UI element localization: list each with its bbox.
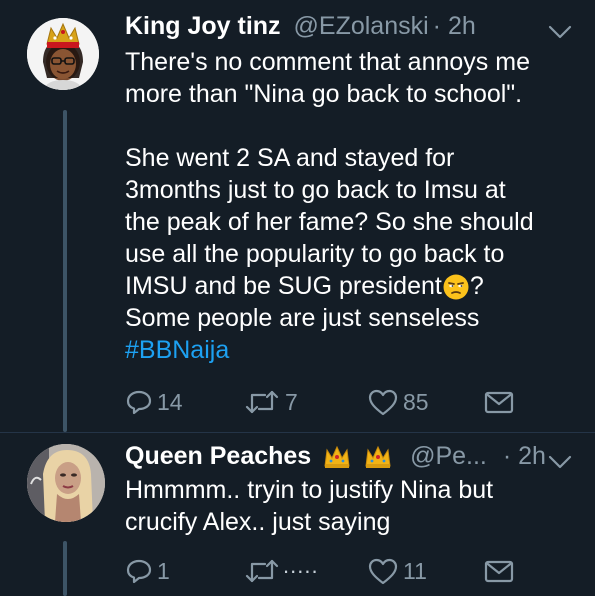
text-line: Hmmmm.. tryin to justify Nina but: [125, 476, 494, 504]
thread-connector-line: [63, 110, 67, 432]
tweet-actions: 1 ..... 11: [125, 553, 595, 587]
like-button[interactable]: 85: [367, 386, 429, 418]
loading-indicator: .....: [283, 553, 319, 578]
tweet-header: King Joy tinz @EZolanski · 2h: [125, 11, 476, 41]
like-button[interactable]: 11: [367, 555, 427, 587]
crown-emoji-icon: [324, 446, 350, 469]
direct-message-button[interactable]: [483, 386, 515, 418]
retweet-button[interactable]: 7: [243, 386, 298, 418]
chevron-down-icon[interactable]: [547, 453, 573, 471]
like-count: 85: [403, 388, 429, 415]
text-line: more than "Nina go back to school".: [125, 80, 523, 108]
reply-icon: [126, 559, 152, 584]
chevron-down-icon[interactable]: [547, 23, 573, 41]
text-line: IMSU and be SUG president ?: [125, 270, 534, 302]
reply-button[interactable]: 1: [125, 555, 170, 587]
heart-icon: [368, 389, 398, 416]
retweet-icon: [245, 559, 279, 583]
thread-connector-line: [63, 541, 67, 596]
retweet-button[interactable]: .....: [243, 553, 319, 587]
text-line-part: ?: [469, 272, 484, 300]
text-line: crucify Alex.. just saying: [125, 508, 391, 536]
timestamp[interactable]: · 2h: [433, 12, 476, 40]
text-line: the peak of her fame? So she should: [125, 208, 534, 236]
envelope-icon: [484, 560, 514, 583]
crown-emoji-icon: [365, 446, 391, 469]
reply-count: 14: [157, 388, 183, 415]
display-name[interactable]: Queen Peaches: [125, 442, 311, 470]
bitmoji-avatar-image: [27, 18, 99, 90]
tweet-text: There's no comment that annoys me more t…: [125, 46, 534, 366]
text-line-part: IMSU and be SUG president: [125, 272, 442, 300]
heart-icon: [368, 558, 398, 585]
reply-button[interactable]: 14: [125, 386, 183, 418]
like-count: 11: [403, 557, 427, 584]
text-line: 3months just to go back to Imsu at: [125, 176, 506, 204]
hashtag-link[interactable]: #BBNaija: [125, 336, 229, 364]
user-handle[interactable]: @EZolanski: [294, 12, 429, 40]
retweet-icon: [245, 390, 279, 414]
reply-count: 1: [157, 557, 170, 584]
text-line: Some people are just senseless: [125, 304, 480, 332]
text-line: There's no comment that annoys me: [125, 48, 530, 76]
tweet-2[interactable]: Queen Peaches @Pe... · 2h Hmmmm.. tryin t…: [0, 433, 595, 596]
reply-icon: [126, 390, 152, 415]
tweet-header: Queen Peaches @Pe... · 2h: [125, 441, 546, 471]
direct-message-button[interactable]: [483, 555, 515, 587]
timestamp[interactable]: · 2h: [503, 442, 546, 470]
avatar-king-joy[interactable]: [27, 18, 99, 90]
envelope-icon: [484, 391, 514, 414]
retweet-count: 7: [285, 388, 298, 415]
user-handle[interactable]: @Pe...: [410, 442, 487, 470]
profile-photo-image: [27, 444, 105, 522]
text-line: She went 2 SA and stayed for: [125, 144, 455, 172]
display-name[interactable]: King Joy tinz: [125, 12, 281, 40]
tweet-1[interactable]: King Joy tinz @EZolanski · 2h There's no …: [0, 0, 595, 432]
text-line: use all the popularity to go back to: [125, 240, 505, 268]
unamused-face-emoji-icon: [443, 274, 469, 300]
tweet-actions: 14 7 85: [125, 386, 595, 418]
avatar-queen-peaches[interactable]: [27, 444, 105, 522]
tweet-text: Hmmmm.. tryin to justify Nina but crucif…: [125, 474, 493, 538]
